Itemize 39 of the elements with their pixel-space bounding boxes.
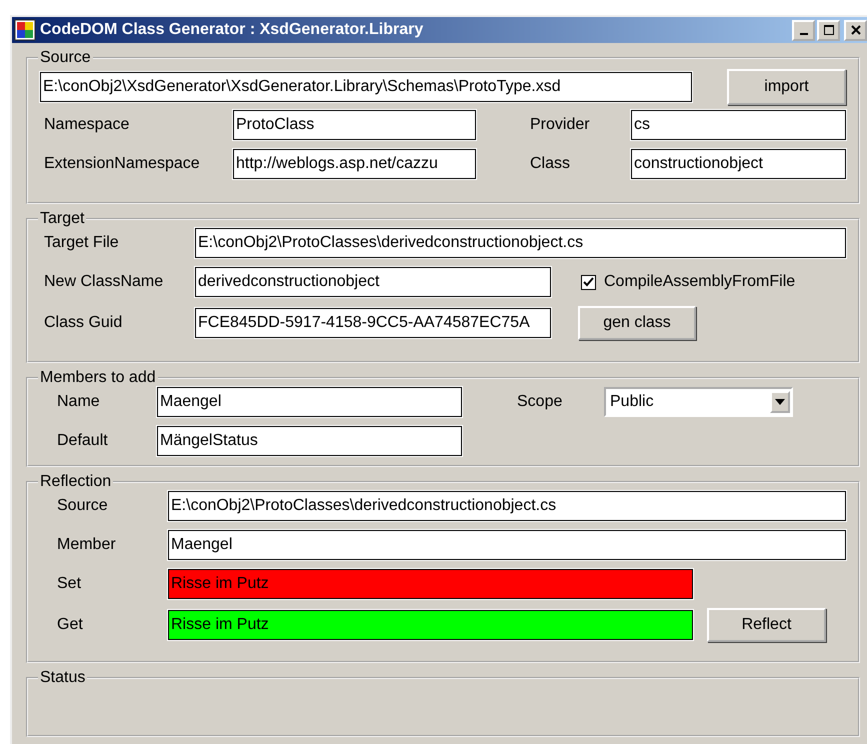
text-field[interactable]: FCE845DD-5917-4158-9CC5-AA74587EC75A: [195, 308, 551, 338]
group-title: Members to add: [39, 369, 157, 387]
field-label: Target File: [43, 234, 120, 252]
checkbox-label: CompileAssemblyFromFile: [604, 273, 796, 291]
text-field[interactable]: E:\conObj2\ProtoClasses\derivedconstructionobject.cs: [195, 228, 846, 258]
group-title: Reflection: [39, 473, 112, 491]
group-title: Status: [39, 669, 86, 687]
scope-dropdown[interactable]: Public: [604, 387, 793, 417]
import-button[interactable]: import: [727, 69, 846, 105]
text-field[interactable]: cs: [631, 110, 846, 140]
field-label: Class: [530, 155, 572, 173]
text-field[interactable]: http://weblogs.asp.net/cazzu: [233, 149, 476, 179]
field-label: Member: [56, 536, 117, 554]
group-title: Source: [39, 49, 92, 67]
field-label: Namespace: [43, 116, 130, 134]
text-field[interactable]: E:\conObj2\XsdGenerator\XsdGenerator.Library\Schemas\ProtoType.xsd: [40, 72, 692, 102]
field-label: New ClassName: [43, 273, 164, 291]
text-field[interactable]: MängelStatus: [157, 426, 462, 456]
field-label: Default: [56, 432, 109, 450]
field-label: Class Guid: [43, 314, 124, 332]
text-field[interactable]: constructionobject: [631, 149, 846, 179]
window-title: CodeDOM Class Generator : XsdGenerator.Library: [40, 21, 424, 39]
text-field[interactable]: derivedconstructionobject: [195, 267, 551, 297]
group-title: Target: [39, 210, 86, 228]
field-label: Set: [56, 575, 82, 593]
text-field[interactable]: ProtoClass: [233, 110, 476, 140]
field-label: Name: [56, 393, 101, 411]
field-label: Provider: [530, 116, 591, 134]
field-label: Source: [56, 497, 109, 515]
gen-class-button[interactable]: gen class: [578, 306, 696, 340]
text-field[interactable]: Risse im Putz: [168, 569, 693, 599]
text-field[interactable]: E:\conObj2\ProtoClasses\derivedconstructionobject.cs: [168, 491, 846, 521]
text-field[interactable]: Maengel: [168, 530, 846, 560]
field-label: Scope: [517, 393, 564, 411]
text-field[interactable]: Risse im Putz: [168, 610, 693, 640]
reflect-button[interactable]: Reflect: [707, 608, 826, 642]
text-field[interactable]: Maengel: [157, 387, 462, 417]
field-label: ExtensionNamespace: [43, 155, 201, 173]
field-label: Get: [56, 616, 84, 634]
